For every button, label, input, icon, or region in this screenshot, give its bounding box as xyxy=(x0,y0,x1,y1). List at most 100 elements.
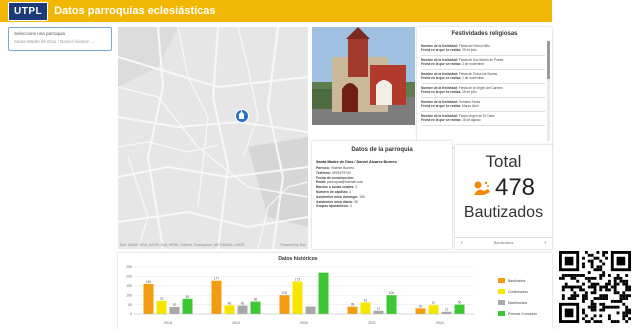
datos-label: Asistentes misa domingo: xyxy=(316,194,359,199)
list-item: Nombre de la festividad: Fiesta del Divi… xyxy=(421,42,545,56)
church-photo xyxy=(312,27,415,125)
data-label: 50 xyxy=(458,301,462,305)
chart-bar xyxy=(224,305,235,314)
y-tick-label: 50 xyxy=(128,303,132,307)
header-bar: UTPL Datos parroquias eclesiásticas xyxy=(0,0,552,22)
data-label: 30 xyxy=(419,304,423,308)
y-tick-label: 0 xyxy=(130,312,132,316)
chart-bar xyxy=(143,283,154,314)
baptism-icon xyxy=(473,181,490,195)
y-tick-label: 100 xyxy=(126,293,132,297)
datos-label: Grupos apostólicos: xyxy=(316,204,349,209)
fest-date: 16 de julio xyxy=(462,90,477,94)
data-label: 17 xyxy=(377,307,381,311)
total-nav-label: Bautizados xyxy=(493,240,514,245)
data-label: 81 xyxy=(186,295,190,299)
prev-arrow-icon[interactable]: ‹ xyxy=(461,240,463,246)
map-credit: Powered by Esri xyxy=(280,243,306,247)
legend-label: Matrimonios xyxy=(508,300,528,305)
datos-value: 3 xyxy=(349,204,352,209)
parroquia-select-label: Seleccione una parroquia xyxy=(14,31,66,36)
fest-date: 15 de agosto xyxy=(462,118,481,122)
datos-value: 2 xyxy=(349,189,352,194)
parroquia-select-value[interactable]: Santa Madre de Dios / Daniel Álvarez ... xyxy=(14,39,106,44)
list-item: Nombre de la festividad: Semana Santa Fe… xyxy=(421,98,545,112)
y-tick-label: 150 xyxy=(126,284,132,288)
qr-code-image xyxy=(559,251,631,323)
map-attribution: Esri, NASA, NGA, USGS, Esri, HERE, Garmi… xyxy=(120,243,245,247)
qr-code xyxy=(558,248,632,326)
legend-item[interactable]: Bautizados xyxy=(498,275,537,286)
datos-value: 2 xyxy=(355,185,358,190)
datos-label: Asistentes misa diario: xyxy=(316,199,354,204)
legend-item[interactable]: Confirmados xyxy=(498,286,537,297)
fest-date-label: Fecha en la que se realiza: xyxy=(421,76,462,80)
parroquia-selector[interactable]: Seleccione una parroquia Santa Madre de … xyxy=(8,27,112,51)
parroquia-name: Santa Madre de Dios / Daniel Álvarez Bur… xyxy=(316,160,397,164)
chart-bar xyxy=(360,302,371,314)
data-label: 100 xyxy=(282,291,288,295)
data-label: 37 xyxy=(173,303,177,307)
fest-date-label: Fecha en la que se realiza: xyxy=(421,90,462,94)
datos-label: Fecha de construcción: xyxy=(316,175,355,180)
data-label: 66 xyxy=(254,298,258,302)
chart-bar xyxy=(415,308,426,314)
scrollbar-thumb[interactable] xyxy=(547,41,550,79)
historicos-panel: Datos históricos 0 50 100 150 200 250 160 70 37 8… xyxy=(118,253,552,329)
chart-bar xyxy=(169,307,180,314)
x-tick-label: 2020 xyxy=(300,321,308,325)
list-item: Nombre de la festividad: Fiesta de la Vi… xyxy=(421,84,545,98)
chart-bar xyxy=(292,281,303,314)
x-tick-label: 2021 xyxy=(368,321,376,325)
chart-bar xyxy=(182,298,193,314)
y-tick-label: 200 xyxy=(126,275,132,279)
data-label: 70 xyxy=(160,297,164,301)
chart-bar xyxy=(373,310,384,314)
legend-label: Confirmados xyxy=(508,289,528,294)
chart-legend: Bautizados Confirmados Matrimonios Primera … xyxy=(498,275,537,319)
chart-bar xyxy=(279,295,290,314)
datos-value: 30 xyxy=(354,199,358,204)
data-label: 47 xyxy=(432,301,436,305)
legend-item[interactable]: Primera Comunión xyxy=(498,308,537,319)
list-item: Nombre de la festividad: Fiesta de Todos… xyxy=(421,70,545,84)
data-label: 177 xyxy=(214,277,220,281)
fest-date: 25 de julio xyxy=(462,48,477,52)
fest-date: 1 de noviembre xyxy=(462,76,485,80)
fest-date-label: Fecha en la que se realiza: xyxy=(421,62,462,66)
chart-bar xyxy=(156,300,167,314)
total-label: Total xyxy=(485,152,522,171)
fest-date: 3 de noviembre xyxy=(462,62,485,66)
festividades-list: Nombre de la festividad: Fiesta del Divi… xyxy=(421,42,545,126)
x-tick-label: 2019 xyxy=(232,321,240,325)
legend-item[interactable]: Matrimonios xyxy=(498,297,537,308)
data-label: 45 xyxy=(241,302,245,306)
datos-label: Email: xyxy=(316,180,327,185)
total-value: 478 xyxy=(494,174,536,201)
map-view[interactable]: Esri, NASA, NGA, USGS, Esri, HERE, Garmi… xyxy=(118,27,308,249)
chart-bar xyxy=(441,311,452,314)
legend-label: Bautizados xyxy=(508,278,526,283)
legend-swatch xyxy=(498,311,505,316)
data-label: 100 xyxy=(389,291,395,295)
datos-value: 0991579742 xyxy=(331,170,351,175)
data-label: 12 xyxy=(445,308,449,312)
festividades-title: Festividades religiosas xyxy=(451,31,518,37)
next-arrow-icon[interactable]: › xyxy=(544,240,546,246)
festividades-scrollbar[interactable] xyxy=(547,41,550,141)
church-location-pin-icon[interactable] xyxy=(235,109,249,123)
datos-row-grupos: Grupos apostólicos: 3 xyxy=(316,204,452,209)
fest-date: Marzo-Abril xyxy=(462,104,479,108)
total-value-row: 478 xyxy=(455,174,552,202)
x-tick-label: 2022 xyxy=(436,321,444,325)
legend-label: Primera Comunión xyxy=(508,311,538,316)
total-caption: Bautizados xyxy=(463,204,544,221)
data-label: 160 xyxy=(146,280,152,284)
chart-bar xyxy=(250,301,261,314)
data-label: 61 xyxy=(364,299,368,303)
datos-label: Párroco: xyxy=(316,166,330,170)
data-label: 46 xyxy=(228,301,232,305)
fest-date-label: Fecha en la que se realiza: xyxy=(421,118,462,122)
chart-bar xyxy=(211,280,222,314)
datos-parroquia-panel: Datos de la parroquia Santa Madre de Dio… xyxy=(312,141,452,249)
